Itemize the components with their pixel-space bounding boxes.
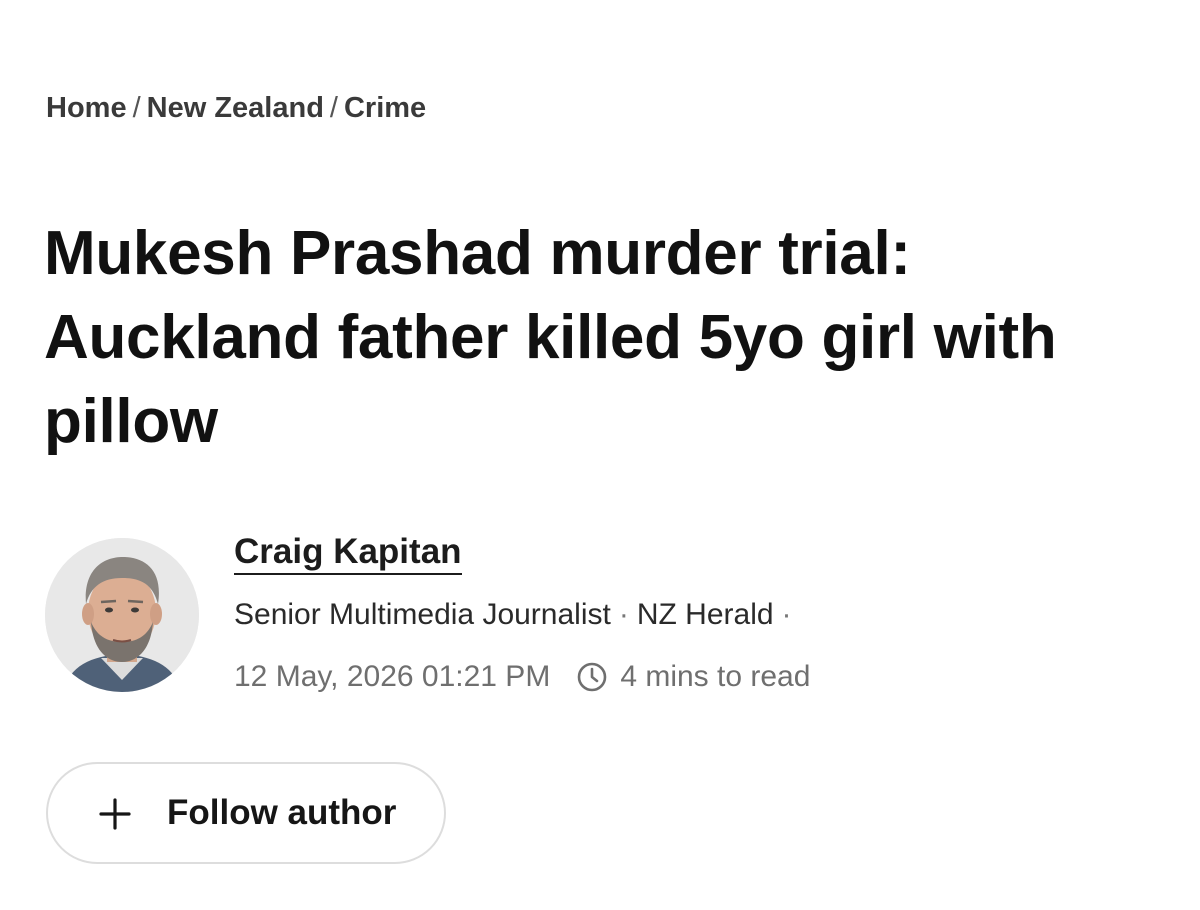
breadcrumb-separator: / (329, 92, 338, 124)
article-meta: 12 May, 2026 01:21 PM 4 mins to read (234, 660, 810, 694)
dot-separator: · (781, 598, 792, 631)
author-role: Senior Multimedia Journalist (234, 598, 611, 631)
plus-icon (98, 797, 132, 831)
article-headline: Mukesh Prashad murder trial: Auckland fa… (44, 219, 1057, 456)
breadcrumb-crime[interactable]: Crime (344, 92, 426, 124)
follow-author-label: Follow author (167, 793, 397, 832)
author-name-link[interactable]: Craig Kapitan (234, 532, 462, 575)
author-avatar[interactable] (45, 538, 199, 692)
breadcrumb-separator: / (132, 92, 141, 124)
author-photo-icon (45, 538, 199, 692)
clock-icon (576, 661, 608, 693)
follow-author-button[interactable]: Follow author (46, 762, 446, 864)
breadcrumb-new-zealand[interactable]: New Zealand (147, 92, 324, 124)
read-time: 4 mins to read (620, 660, 811, 693)
breadcrumb-home[interactable]: Home (46, 92, 127, 124)
author-outlet: NZ Herald (636, 598, 774, 631)
dot-separator: · (618, 598, 629, 631)
author-role-line: Senior Multimedia Journalist · NZ Herald · (234, 598, 800, 632)
breadcrumb: Home / New Zealand / Crime (46, 92, 426, 125)
published-date: 12 May, 2026 01:21 PM (234, 660, 551, 693)
